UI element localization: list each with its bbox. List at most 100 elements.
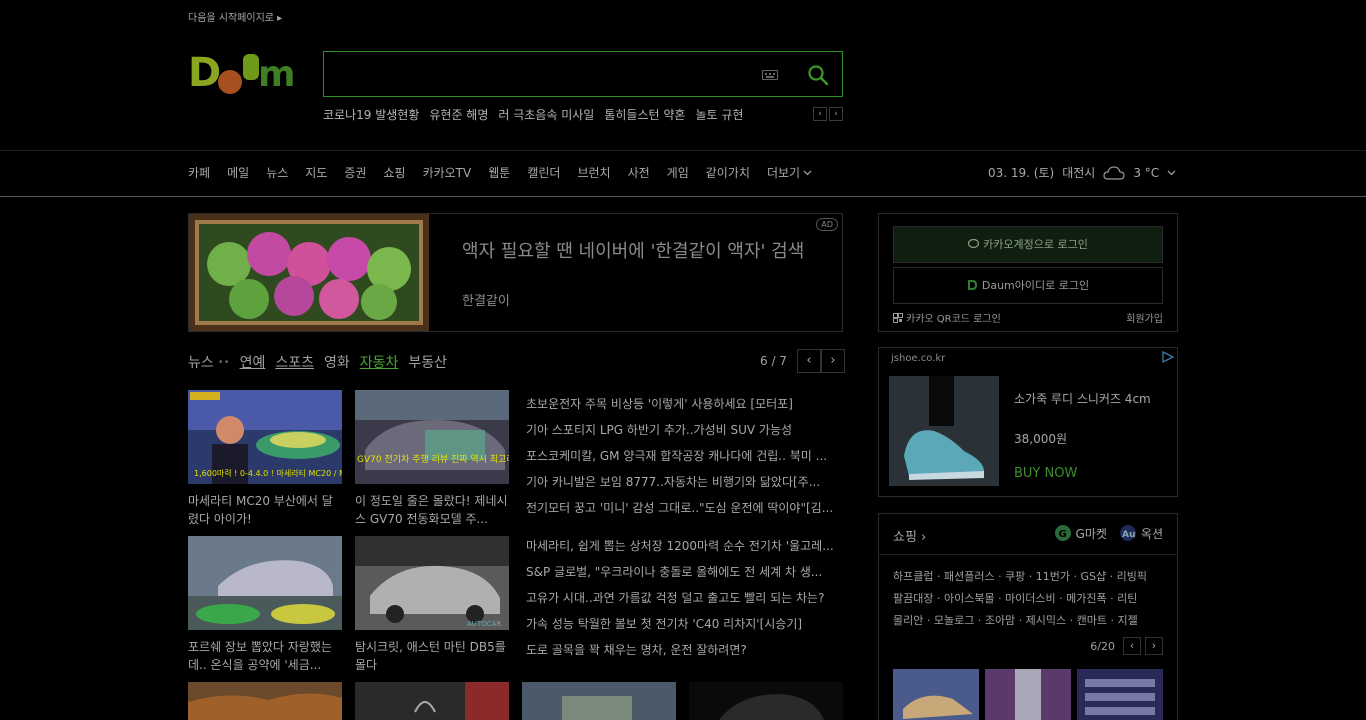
- headline-item[interactable]: 고유가 시대..과연 가름값 걱정 덜고 출고도 빨리 되는 차는?: [526, 585, 844, 611]
- trending-item[interactable]: 코로나19 발생현황: [323, 106, 419, 123]
- ad-badge: AD: [816, 218, 838, 231]
- trending-next-button[interactable]: ›: [829, 107, 843, 121]
- shopping-thumbnail[interactable]: [985, 669, 1071, 720]
- trending-item[interactable]: 놀토 규현: [695, 106, 743, 123]
- headline-item[interactable]: 초보운전자 주목 비상등 '이렇게' 사용하세요 [모터포]: [526, 391, 844, 417]
- thumbnail-caption: GV70 전기차 주행 리뷰 진짜 역시 최고라고?: [357, 453, 509, 465]
- shopping-thumbnail[interactable]: [1077, 669, 1163, 720]
- headline-item[interactable]: 기아 카니발은 보임 8777..자동차는 비행기와 닮았다[주...: [526, 469, 844, 495]
- tab-car[interactable]: 자동차: [360, 352, 399, 372]
- qr-login-label: 카카오 QR코드 로그인: [906, 314, 1001, 325]
- headline-item[interactable]: 도로 골목을 꽉 채우는 명차, 운전 잘하려면?: [526, 637, 844, 663]
- login-box: 카카오계정으로 로그인 Daum아이디로 로그인 카카오 QR코드 로그인 회원…: [878, 213, 1178, 332]
- shopping-title[interactable]: 쇼핑 ›: [893, 526, 926, 545]
- tab-realestate[interactable]: 부동산: [408, 352, 447, 372]
- auction-link[interactable]: Au 옥션: [1119, 524, 1163, 542]
- nav-item-webtoon[interactable]: 웹툰: [488, 164, 510, 181]
- news-thumbnail[interactable]: [689, 682, 843, 720]
- trending-item[interactable]: 러 극초음속 미사일: [498, 106, 594, 123]
- nav-item-together[interactable]: 같이가치: [706, 164, 750, 181]
- shopping-link-row[interactable]: 몰리안 · 모놀로그 · 조아맘 · 제시믹스 · 캔마트 · 지젤: [893, 610, 1165, 632]
- nav-more-label: 더보기: [766, 166, 801, 180]
- ad-choices-icon[interactable]: [1162, 351, 1174, 363]
- nav-item-mail[interactable]: 메일: [227, 164, 249, 181]
- news-card[interactable]: GV70 전기차 주행 리뷰 진짜 역시 최고라고? 이 정도일 줄은 몰랐다!…: [355, 390, 528, 528]
- news-thumbnail[interactable]: [522, 682, 676, 720]
- svg-text:D: D: [188, 50, 221, 96]
- nav-item-dictionary[interactable]: 사전: [628, 164, 650, 181]
- gmarket-logo-icon: G: [1054, 525, 1071, 541]
- product-price: 38,000원: [1014, 432, 1068, 446]
- separator-dots: ••: [217, 356, 230, 368]
- svg-text:G: G: [1058, 529, 1066, 540]
- nav-item-game[interactable]: 게임: [667, 164, 689, 181]
- product-image: [889, 376, 999, 486]
- news-prev-button[interactable]: ‹: [796, 349, 821, 373]
- headline-item[interactable]: 기아 스포티지 LPG 하반기 추가..가성비 SUV 가능성: [526, 417, 844, 443]
- nav-item-news[interactable]: 뉴스: [266, 164, 288, 181]
- ad-domain: jshoe.co.kr: [891, 353, 946, 364]
- shopping-next-button[interactable]: ›: [1145, 637, 1163, 655]
- news-card-title: 탐시크릿, 애스턴 마틴 DB5를 몰다: [355, 640, 506, 672]
- news-next-button[interactable]: ›: [820, 349, 845, 373]
- kakao-login-button[interactable]: 카카오계정으로 로그인: [893, 226, 1163, 263]
- qr-code-icon: [893, 313, 903, 323]
- tab-news[interactable]: 뉴스: [188, 352, 214, 372]
- cloudy-weather-icon: [1103, 165, 1125, 180]
- nav-item-map[interactable]: 지도: [305, 164, 327, 181]
- nav-item-shopping[interactable]: 쇼핑: [383, 164, 405, 181]
- shopping-section: 쇼핑 › G G마켓 Au 옥션 하프클럽 · 패션플러스 · 쿠팡 · 11번…: [878, 513, 1178, 720]
- ad-banner[interactable]: 액자 필요할 땐 네이버에 '한결같이 액자' 검색 한결같이 AD: [188, 213, 843, 332]
- ad-image: [189, 214, 429, 331]
- trending-item[interactable]: 톰히들스턴 약혼: [604, 106, 685, 123]
- news-page-indicator: 6 / 7: [760, 354, 787, 368]
- trending-nav: ‹ ›: [813, 107, 843, 121]
- nav-item-brunch[interactable]: 브런치: [577, 164, 610, 181]
- trending-prev-button[interactable]: ‹: [813, 107, 827, 121]
- search-input[interactable]: [332, 58, 752, 90]
- news-thumbnail[interactable]: [355, 682, 509, 720]
- news-card[interactable]: 포르쉐 장보 뽑았다 자랑했는데.. 온식을 공약에 '세금...: [188, 536, 342, 674]
- gmarket-link[interactable]: G G마켓: [1054, 524, 1107, 542]
- news-pager: 6 / 7 ‹ ›: [760, 349, 845, 373]
- trending-item[interactable]: 유현준 해명: [429, 106, 488, 123]
- daum-logo[interactable]: D m: [188, 50, 306, 98]
- news-card[interactable]: AUTOCAR 탐시크릿, 애스턴 마틴 DB5를 몰다: [355, 536, 509, 674]
- weather-widget[interactable]: 03. 19. (토) 대전시 3 °C: [988, 164, 1176, 181]
- nav-item-calendar[interactable]: 캘린더: [527, 164, 560, 181]
- headline-item[interactable]: 마세라티, 쉽게 뽑는 상처장 1200마력 순수 전기차 '울고레...: [526, 533, 844, 559]
- shopping-prev-button[interactable]: ‹: [1123, 637, 1141, 655]
- keyboard-icon[interactable]: [762, 70, 778, 80]
- buy-now-button[interactable]: BUY NOW: [1014, 466, 1077, 481]
- news-thumbnail[interactable]: [188, 682, 342, 720]
- nav-more-button[interactable]: 더보기: [767, 164, 812, 181]
- svg-text:m: m: [258, 54, 296, 95]
- headline-item[interactable]: S&P 글로벌, "우크라이나 충돌로 올해에도 전 세계 차 생...: [526, 559, 844, 585]
- news-card[interactable]: 1,600마력 ! 0-4.4.0 ! 마세라티 MC20 / MC20 달린다…: [188, 390, 387, 528]
- tab-entertainment[interactable]: 연예: [240, 352, 266, 372]
- qr-login-link[interactable]: 카카오 QR코드 로그인: [893, 310, 1001, 325]
- news-thumbnail: 1,600마력 ! 0-4.4.0 ! 마세라티 MC20 / MC20 달린다: [188, 390, 387, 484]
- ad-title: 액자 필요할 땐 네이버에 '한결같이 액자' 검색: [462, 241, 805, 262]
- shopping-link-row[interactable]: 하프클럽 · 패션플러스 · 쿠팡 · 11번가 · GS샵 · 리빙픽: [893, 566, 1165, 588]
- shopping-thumbnail[interactable]: [893, 669, 979, 720]
- daum-login-button[interactable]: Daum아이디로 로그인: [893, 267, 1163, 304]
- headline-item[interactable]: 전기모터 꿍고 '미니' 감성 그대로.."도심 운전에 딱이야"[김...: [526, 495, 844, 521]
- thumbnail-caption: AUTOCAR: [467, 620, 501, 628]
- news-thumbnail: [188, 536, 342, 630]
- tab-movie[interactable]: 영화: [324, 352, 350, 372]
- headline-item[interactable]: 가속 성능 탁월한 볼보 첫 전기차 'C40 리차지'[시승기]: [526, 611, 844, 637]
- headline-list: 마세라티, 쉽게 뽑는 상처장 1200마력 순수 전기차 '울고레... S&…: [526, 533, 844, 663]
- nav-item-cafe[interactable]: 카페: [188, 164, 210, 181]
- shopping-link-row[interactable]: 팔끔대장 · 아이스북몰 · 마이더스비 · 메가진폭 · 리틴: [893, 588, 1165, 610]
- set-start-page-link[interactable]: 다음을 시작페이지로 ▸: [188, 9, 282, 24]
- news-card-title: 이 정도일 줄은 몰랐다! 제네시스 GV70 전동화모델 주...: [355, 494, 508, 526]
- signup-link[interactable]: 회원가입: [1126, 310, 1163, 325]
- nav-item-stock[interactable]: 증권: [344, 164, 366, 181]
- headline-item[interactable]: 포스코케미칼, GM 양극재 합작공장 캐나다에 건립.. 북미 ...: [526, 443, 844, 469]
- date-label: 03. 19. (토): [988, 166, 1055, 180]
- nav-item-kakaotv[interactable]: 카카오TV: [423, 164, 472, 181]
- tab-sports[interactable]: 스포츠: [275, 352, 314, 372]
- search-icon[interactable]: [807, 64, 829, 86]
- product-ad[interactable]: jshoe.co.kr 소가죽 루디 스니커즈 4cm 38,000원 BUY …: [878, 347, 1178, 497]
